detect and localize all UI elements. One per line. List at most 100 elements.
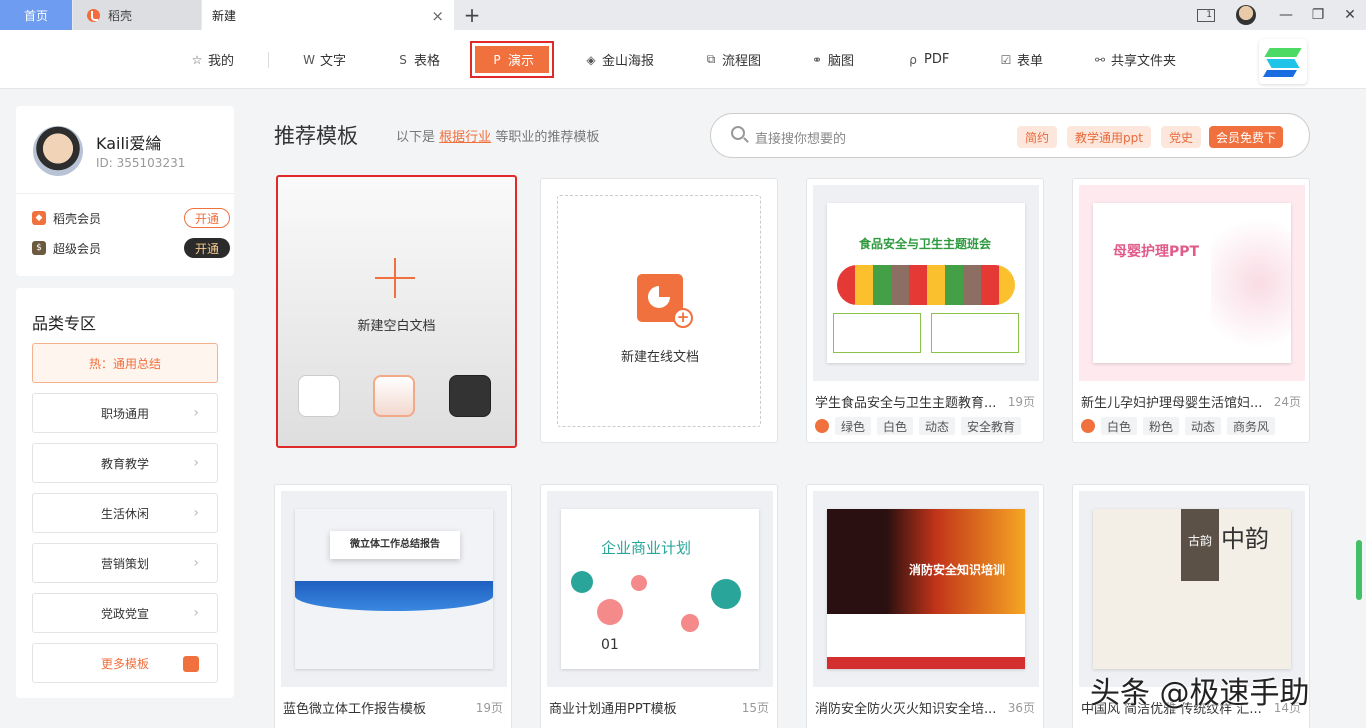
section-subtitle: 以下是 根据行业 等职业的推荐模板	[396, 126, 599, 145]
tool-mindmap-label: 脑图	[828, 54, 855, 69]
fruits-illustration	[837, 265, 1015, 305]
template-tag[interactable]: 绿色	[835, 417, 872, 435]
tool-form[interactable]: ☑ 表单	[999, 41, 1043, 78]
new-online-document-card[interactable]: + 新建在线文档	[540, 178, 778, 443]
daoke-vip-open-button[interactable]: 开通	[184, 208, 230, 228]
theme-gradient-swatch[interactable]	[373, 375, 415, 417]
tool-flowchart[interactable]: ⧉ 流程图	[704, 41, 761, 78]
category-title: 品类专区	[32, 314, 97, 333]
template-tag[interactable]: 动态	[1185, 417, 1222, 435]
tab-new[interactable]: 新建 ×	[202, 0, 454, 30]
template-tag[interactable]: 商务风	[1227, 417, 1276, 435]
chevron-right-icon: ›	[193, 605, 199, 621]
category-item-marketing[interactable]: 营销策划 ›	[32, 543, 218, 583]
slide-preview: 食品安全与卫生主题班会	[827, 203, 1025, 363]
template-name: 蓝色微立体工作报告模板	[283, 702, 427, 717]
template-card[interactable]: 消防安全知识培训 消防安全防火灭火知识安全培... 36页	[806, 484, 1044, 728]
titlebar-avatar[interactable]	[1236, 5, 1256, 25]
restore-button[interactable]: ❐	[1302, 0, 1334, 30]
title-block: 古韵	[1181, 509, 1219, 581]
template-pages: 36页	[1007, 701, 1035, 715]
slide-box	[931, 313, 1019, 353]
window-box-button[interactable]: 1	[1190, 0, 1222, 30]
template-tag[interactable]: 安全教育	[961, 417, 1022, 435]
mindmap-icon: ⚭	[811, 52, 823, 67]
template-name: 商业计划通用PPT模板	[549, 702, 677, 717]
template-card[interactable]: 微立体工作总结报告 蓝色微立体工作报告模板 19页	[274, 484, 512, 728]
logo-bar-blue	[1262, 70, 1298, 77]
w-icon: W	[303, 52, 315, 67]
category-item-more[interactable]: 更多模板	[32, 643, 218, 683]
new-blank-document-card[interactable]: 新建空白文档	[276, 175, 517, 448]
category-item-workplace[interactable]: 职场通用 ›	[32, 393, 218, 433]
tab-close-icon[interactable]: ×	[431, 7, 444, 25]
tab-home[interactable]: 首页	[0, 0, 72, 30]
template-card[interactable]: 母婴护理PPT 新生儿孕妇护理母婴生活馆妇... 24页 白色 粉色 动态 商务…	[1072, 178, 1310, 443]
template-tags: 绿色 白色 动态 安全教育	[815, 417, 1022, 435]
template-tag[interactable]: 白色	[1101, 417, 1138, 435]
tab-daoke-label: 稻壳	[108, 8, 133, 23]
slide-title: 微立体工作总结报告	[330, 531, 460, 559]
tool-shared-folder[interactable]: ⚯ 共享文件夹	[1093, 41, 1176, 78]
template-thumbnail: 微立体工作总结报告	[281, 491, 507, 687]
user-name: Kaili爱綸	[96, 134, 162, 153]
category-label: 热：通用总结	[88, 356, 161, 371]
toolbar-divider	[268, 52, 269, 68]
window-close-button[interactable]: ✕	[1334, 0, 1366, 30]
tool-poster[interactable]: ◈ 金山海报	[584, 41, 654, 78]
super-vip-open-button[interactable]: 开通	[184, 238, 230, 258]
tool-writer-label: 文字	[320, 54, 347, 69]
tool-sheet[interactable]: S 表格	[396, 41, 440, 78]
share-icon: ⚯	[1094, 52, 1106, 67]
tab-daoke[interactable]: 稻壳	[73, 0, 201, 30]
minimize-button[interactable]: —	[1270, 0, 1302, 30]
search-tag[interactable]: 党史	[1161, 126, 1201, 148]
category-item-party[interactable]: 党政党宣 ›	[32, 593, 218, 633]
template-search[interactable]: 直接搜你想要的 简约 教学通用ppt 党史 会员免费下	[710, 113, 1310, 158]
tool-pdf[interactable]: ρ PDF	[906, 41, 949, 78]
category-label: 更多模板	[100, 656, 149, 671]
template-pages: 19页	[475, 701, 503, 715]
category-item-life[interactable]: 生活休闲 ›	[32, 493, 218, 533]
search-tag[interactable]: 教学通用ppt	[1067, 126, 1151, 148]
template-tag[interactable]: 粉色	[1143, 417, 1180, 435]
tool-presentation-label: 演示	[507, 54, 534, 69]
slide-preview: 企业商业计划 01	[561, 509, 759, 669]
tool-mine[interactable]: ☆ 我的	[190, 41, 234, 78]
card-divider	[16, 193, 234, 194]
template-card[interactable]: 食品安全与卫生主题班会 学生食品安全与卫生主题教育... 19页 绿色 白色 动…	[806, 178, 1044, 443]
new-tab-icon[interactable]: +	[458, 0, 486, 30]
template-name: 学生食品安全与卫生主题教育...	[815, 396, 997, 411]
template-pages: 15页	[741, 701, 769, 715]
subtitle-post: 等职业的推荐模板	[495, 130, 600, 145]
template-tag[interactable]: 白色	[877, 417, 914, 435]
search-placeholder[interactable]: 直接搜你想要的	[755, 128, 846, 147]
daoke-vip-icon: ◆	[32, 211, 46, 225]
template-tag[interactable]: 动态	[919, 417, 956, 435]
tool-presentation[interactable]: P 演示	[470, 41, 554, 78]
template-name: 新生儿孕妇护理母婴生活馆妇...	[1081, 396, 1263, 411]
industry-link[interactable]: 根据行业	[439, 130, 491, 145]
tool-writer[interactable]: W 文字	[302, 41, 346, 78]
super-vip-row: $ 超级会员 开通	[32, 237, 230, 259]
decor-dot	[711, 579, 741, 609]
theme-dark-swatch[interactable]	[449, 375, 491, 417]
daoke-vip-row: ◆ 稻壳会员 开通	[32, 207, 230, 229]
theme-white-swatch[interactable]	[298, 375, 340, 417]
app-toolbar: ☆ 我的 W 文字 S 表格 P 演示 ◈ 金山海报 ⧉ 流程图 ⚭ 脑图 ρ PDF ☑ 表单 …	[0, 30, 1366, 89]
search-tag[interactable]: 简约	[1017, 126, 1057, 148]
user-avatar[interactable]	[33, 126, 83, 176]
member-free-tag[interactable]: 会员免费下	[1209, 126, 1283, 148]
template-thumbnail: 母婴护理PPT	[1079, 185, 1305, 381]
vertical-scrollbar[interactable]	[1356, 540, 1362, 600]
tool-mindmap[interactable]: ⚭ 脑图	[810, 41, 854, 78]
decor-dot	[631, 575, 647, 591]
blue-wave-shape	[295, 581, 493, 611]
category-label: 生活休闲	[100, 506, 149, 521]
category-item-hot[interactable]: 热：通用总结	[32, 343, 218, 383]
category-item-education[interactable]: 教育教学 ›	[32, 443, 218, 483]
category-panel: 品类专区 热：通用总结 职场通用 › 教育教学 › 生活休闲 › 营销策划 › 党政党宣…	[16, 288, 234, 698]
presentation-online-icon: +	[637, 274, 693, 328]
template-card[interactable]: 企业商业计划 01 商业计划通用PPT模板 15页	[540, 484, 778, 728]
wps-logo[interactable]	[1259, 39, 1307, 84]
